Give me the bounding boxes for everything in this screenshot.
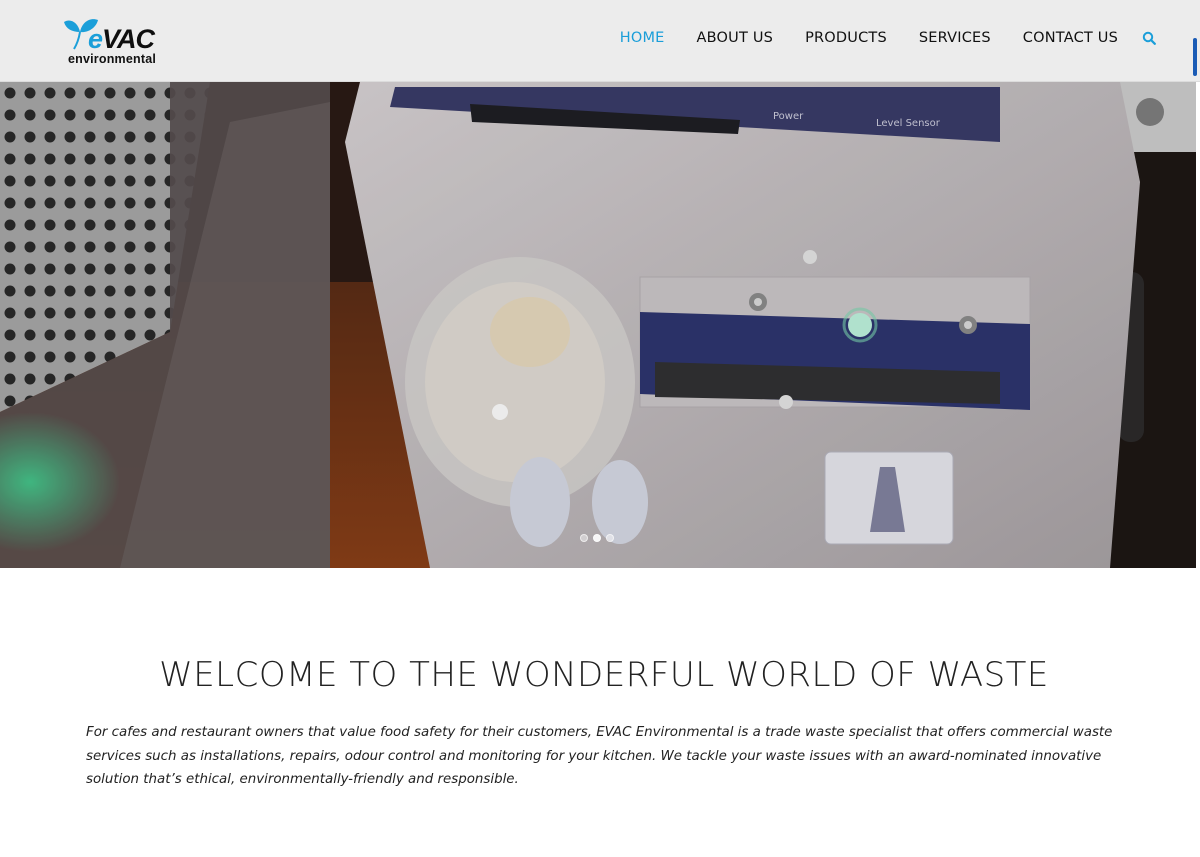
slider-dot-3[interactable] [606,534,614,542]
logo-wordmark-vac: VAC [102,24,155,54]
logo-tagline: environmental [68,52,157,66]
page-headline: WELCOME TO THE WONDERFUL WORLD OF WASTE [159,655,1049,695]
hero-image: Power Level Sensor [0,82,1196,568]
nav-products[interactable]: PRODUCTS [805,30,887,46]
logo-wordmark-e: e [88,24,103,54]
nav-services[interactable]: SERVICES [919,30,991,46]
evac-logo[interactable]: eVAC environmental [60,16,172,68]
slider-dots [580,534,614,542]
hero-slider: Power Level Sensor [0,82,1196,568]
slider-dot-2[interactable] [593,534,601,542]
search-icon[interactable] [1142,31,1156,45]
nav-contact-us[interactable]: CONTACT US [1023,30,1118,46]
scrollbar-thumb[interactable] [1193,38,1197,76]
site-header: eVAC environmental HOME ABOUT US PRODUCT… [0,0,1200,82]
main-nav: HOME ABOUT US PRODUCTS SERVICES CONTACT … [588,30,1156,46]
slider-dot-1[interactable] [580,534,588,542]
logo-wordmark: eVAC [88,24,155,54]
nav-about-us[interactable]: ABOUT US [697,30,774,46]
intro-paragraph: For cafes and restaurant owners that val… [86,725,1113,787]
nav-home[interactable]: HOME [620,30,665,46]
